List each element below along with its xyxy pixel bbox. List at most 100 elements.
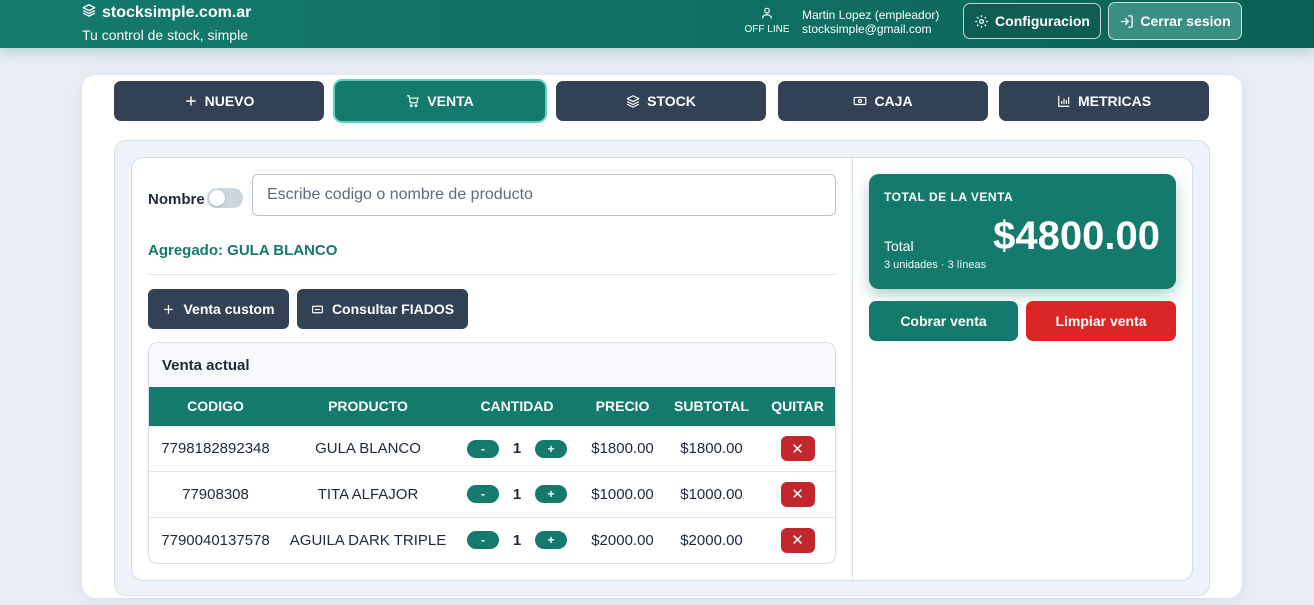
remove-cell: ✕ xyxy=(758,425,835,472)
product-cell: GULA BLANCO xyxy=(282,425,454,472)
layers-icon xyxy=(82,3,96,22)
quantity-stepper: - 1 + xyxy=(454,531,580,549)
increase-button[interactable]: + xyxy=(535,485,567,504)
tab-metricas[interactable]: METRICAS xyxy=(999,81,1209,121)
table-row: 77908308 TITA ALFAJOR - 1 + $1000.00 $10 xyxy=(149,471,835,517)
remove-button[interactable]: ✕ xyxy=(780,527,815,553)
total-label: Total xyxy=(884,238,914,254)
name-toggle-label: Nombre xyxy=(148,191,205,208)
added-message: Agregado: GULA BLANCO xyxy=(148,242,338,259)
decrease-button[interactable]: - xyxy=(467,531,499,549)
toggle-knob xyxy=(209,190,225,206)
brand-name: stocksimple.com.ar xyxy=(102,3,252,21)
tab-label: VENTA xyxy=(427,93,474,109)
remove-cell: ✕ xyxy=(758,471,835,517)
quantity-stepper: - 1 + xyxy=(454,439,580,458)
product-search-input[interactable] xyxy=(252,174,836,216)
column-header: PRECIO xyxy=(580,387,665,426)
quantity-stepper: - 1 + xyxy=(454,485,580,504)
tab-label: STOCK xyxy=(647,93,696,109)
brand[interactable]: stocksimple.com.ar Tu control de stock, … xyxy=(82,3,251,44)
sale-total-card: TOTAL DE LA VENTA Total $4800.00 3 unida… xyxy=(869,174,1176,289)
current-sale-title: Venta actual xyxy=(149,343,835,387)
quantity-value: 1 xyxy=(512,485,522,503)
total-title: TOTAL DE LA VENTA xyxy=(884,190,1014,204)
price-cell: $2000.00 xyxy=(580,516,665,563)
table-row: 7790040137578 AGUILA DARK TRIPLE - 1 + $… xyxy=(149,516,835,563)
clear-sale-button[interactable]: Limpiar venta xyxy=(1026,301,1176,341)
product-cell: TITA ALFAJOR xyxy=(282,471,454,517)
vertical-divider xyxy=(852,158,853,580)
subtotal-cell: $1800.00 xyxy=(665,425,758,472)
price-cell: $1000.00 xyxy=(580,471,665,517)
code-cell: 7798182892348 xyxy=(149,425,282,472)
price-cell: $1800.00 xyxy=(580,425,665,472)
remove-button[interactable]: ✕ xyxy=(780,481,815,507)
column-header: SUBTOTAL xyxy=(665,387,758,426)
status-label: OFF LINE xyxy=(744,24,790,35)
quantity-value: 1 xyxy=(512,531,522,549)
tab-venta[interactable]: VENTA xyxy=(335,81,545,121)
cart-icon xyxy=(407,95,419,108)
table-header-row: CODIGO PRODUCTO CANTIDAD PRECIO SUBTOTAL… xyxy=(149,387,835,426)
fiados-button[interactable]: Consultar FIADOS xyxy=(297,289,468,329)
cash-icon xyxy=(854,96,867,106)
total-amount: $4800.00 xyxy=(993,214,1160,258)
code-cell: 77908308 xyxy=(149,471,282,517)
remove-cell: ✕ xyxy=(758,516,835,563)
brand-tagline: Tu control de stock, simple xyxy=(82,27,248,43)
charge-sale-button[interactable]: Cobrar venta xyxy=(869,301,1018,341)
tab-stock[interactable]: STOCK xyxy=(556,81,766,121)
tab-caja[interactable]: CAJA xyxy=(778,81,988,121)
product-cell: AGUILA DARK TRIPLE xyxy=(282,516,454,563)
quantity-cell: - 1 + xyxy=(454,471,580,517)
remove-button[interactable]: ✕ xyxy=(780,436,815,462)
column-header: QUITAR xyxy=(758,387,835,426)
card-icon xyxy=(311,305,323,313)
top-bar: stocksimple.com.ar Tu control de stock, … xyxy=(0,0,1314,48)
brand-title: stocksimple.com.ar xyxy=(82,3,251,22)
connection-status: OFF LINE xyxy=(744,6,790,35)
tab-label: METRICAS xyxy=(1077,93,1152,109)
sale-inner-card: Nombre Agregado: GULA BLANCO Venta custo… xyxy=(131,157,1193,581)
table-row: 7798182892348 GULA BLANCO - 1 + $1800.00 xyxy=(149,425,835,472)
quantity-value: 1 xyxy=(512,440,522,458)
logout-label: Cerrar sesion xyxy=(1140,13,1231,29)
tab-label: CAJA xyxy=(874,93,913,109)
horizontal-divider xyxy=(148,274,836,275)
fiados-label: Consultar FIADOS xyxy=(331,301,455,317)
gear-icon xyxy=(975,14,988,28)
bar-chart-icon xyxy=(1058,95,1070,107)
total-summary: 3 unidades · 3 líneas xyxy=(884,259,987,271)
custom-sale-button[interactable]: Venta custom xyxy=(148,289,289,329)
custom-sale-label: Venta custom xyxy=(183,301,275,317)
layers-icon xyxy=(626,95,640,108)
subtotal-cell: $2000.00 xyxy=(665,516,758,563)
tab-label: NUEVO xyxy=(204,93,255,109)
plus-icon xyxy=(164,304,174,314)
tab-nuevo[interactable]: NUEVO xyxy=(114,81,324,121)
increase-button[interactable]: + xyxy=(535,531,567,549)
current-sale: Venta actual CODIGO PRODUCTO CANTIDAD PR… xyxy=(148,342,836,564)
logout-button[interactable]: Cerrar sesion xyxy=(1108,2,1242,40)
decrease-button[interactable]: - xyxy=(467,485,499,504)
quantity-cell: - 1 + xyxy=(454,425,580,472)
decrease-button[interactable]: - xyxy=(467,439,499,458)
config-button[interactable]: Configuracion xyxy=(963,3,1101,39)
sale-table: CODIGO PRODUCTO CANTIDAD PRECIO SUBTOTAL… xyxy=(149,387,835,563)
main-card: NUEVO VENTA STOCK CAJA METRICAS Nombre A… xyxy=(82,75,1242,598)
column-header: PRODUCTO xyxy=(282,387,454,426)
column-header: CODIGO xyxy=(149,387,282,426)
user-name: Martin Lopez (empleador) xyxy=(802,8,940,22)
user-icon xyxy=(761,7,773,19)
logout-icon xyxy=(1121,14,1134,28)
subtotal-cell: $1000.00 xyxy=(665,471,758,517)
user-info: Martin Lopez (empleador) stocksimple@gma… xyxy=(802,8,939,36)
config-label: Configuracion xyxy=(995,13,1090,29)
code-cell: 7790040137578 xyxy=(149,516,282,563)
increase-button[interactable]: + xyxy=(535,439,567,458)
column-header: CANTIDAD xyxy=(454,387,580,426)
sale-panel: Nombre Agregado: GULA BLANCO Venta custo… xyxy=(114,140,1210,596)
name-toggle[interactable] xyxy=(207,188,243,208)
quantity-cell: - 1 + xyxy=(454,516,580,563)
